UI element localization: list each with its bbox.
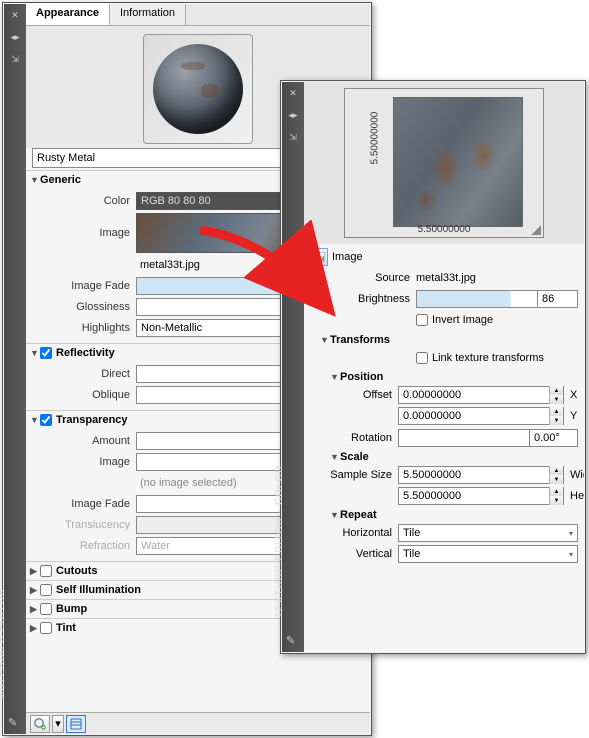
picker-icon[interactable]: ✎ xyxy=(8,716,22,730)
picker-icon[interactable]: ✎ xyxy=(286,634,300,648)
resize-grip-icon[interactable] xyxy=(531,225,541,235)
cutouts-checkbox[interactable] xyxy=(40,565,52,577)
collapse-icon[interactable]: ◂▸ xyxy=(286,108,300,122)
add-material-button[interactable] xyxy=(30,715,50,733)
texture-content: 5.50000000 5.50000000 Image Sourcemetal3… xyxy=(304,82,584,652)
rotation-slider[interactable] xyxy=(398,429,530,447)
sidebar-title: TEXTURE EDITOR - COLOR xyxy=(274,465,285,619)
sidebar-title: MATERIALS EDITOR xyxy=(0,588,7,700)
offset-y-input[interactable]: ▲▼ xyxy=(398,407,564,425)
transparency-checkbox[interactable] xyxy=(40,414,52,426)
axis-y-label: 5.50000000 xyxy=(370,112,381,165)
section-position[interactable]: ▼Position xyxy=(310,369,578,384)
selfillum-checkbox[interactable] xyxy=(40,584,52,596)
tint-checkbox[interactable] xyxy=(40,622,52,634)
expand-icon[interactable]: ⇲ xyxy=(8,52,22,66)
image-icon xyxy=(310,248,328,266)
section-transforms[interactable]: ▼Transforms xyxy=(310,331,578,347)
brightness-slider[interactable] xyxy=(416,290,538,308)
width-input[interactable]: ▲▼ xyxy=(398,466,564,484)
horizontal-dropdown[interactable]: Tile xyxy=(398,524,578,542)
brightness-value[interactable]: 86 xyxy=(538,290,578,308)
tab-appearance[interactable]: Appearance xyxy=(26,4,110,25)
tab-bar: Appearance Information xyxy=(26,4,370,26)
texture-sidebar: ✕ ◂▸ ⇲ TEXTURE EDITOR - COLOR ✎ xyxy=(282,82,304,652)
expand-icon[interactable]: ⇲ xyxy=(286,130,300,144)
source-value[interactable]: metal33t.jpg xyxy=(416,272,476,284)
list-view-button[interactable] xyxy=(66,715,86,733)
height-input[interactable]: ▲▼ xyxy=(398,487,564,505)
axis-x-label: 5.50000000 xyxy=(345,224,543,235)
close-icon[interactable]: ✕ xyxy=(8,8,22,22)
materials-sidebar: ✕ ◂▸ ⇲ MATERIALS EDITOR ✎ xyxy=(4,4,26,734)
image-header: Image xyxy=(310,247,578,267)
close-icon[interactable]: ✕ xyxy=(286,86,300,100)
tab-information[interactable]: Information xyxy=(110,4,186,25)
invert-checkbox[interactable] xyxy=(416,314,428,326)
bottom-toolbar: ▾ xyxy=(26,712,370,734)
collapse-icon[interactable]: ◂▸ xyxy=(8,30,22,44)
section-scale[interactable]: ▼Scale xyxy=(310,449,578,464)
link-transforms-checkbox[interactable] xyxy=(416,352,428,364)
material-preview[interactable] xyxy=(143,34,253,144)
texture-preview[interactable]: 5.50000000 5.50000000 xyxy=(344,88,544,238)
offset-x-input[interactable]: ▲▼ xyxy=(398,386,564,404)
texture-preview-area: 5.50000000 5.50000000 xyxy=(304,82,584,244)
dropdown-button[interactable]: ▾ xyxy=(52,715,64,733)
bump-checkbox[interactable] xyxy=(40,603,52,615)
section-repeat[interactable]: ▼Repeat xyxy=(310,507,578,522)
vertical-dropdown[interactable]: Tile xyxy=(398,545,578,563)
rotation-value[interactable]: 0.00° xyxy=(530,429,578,447)
texture-editor-panel: ✕ ◂▸ ⇲ TEXTURE EDITOR - COLOR ✎ 5.500000… xyxy=(280,80,586,654)
reflectivity-checkbox[interactable] xyxy=(40,347,52,359)
